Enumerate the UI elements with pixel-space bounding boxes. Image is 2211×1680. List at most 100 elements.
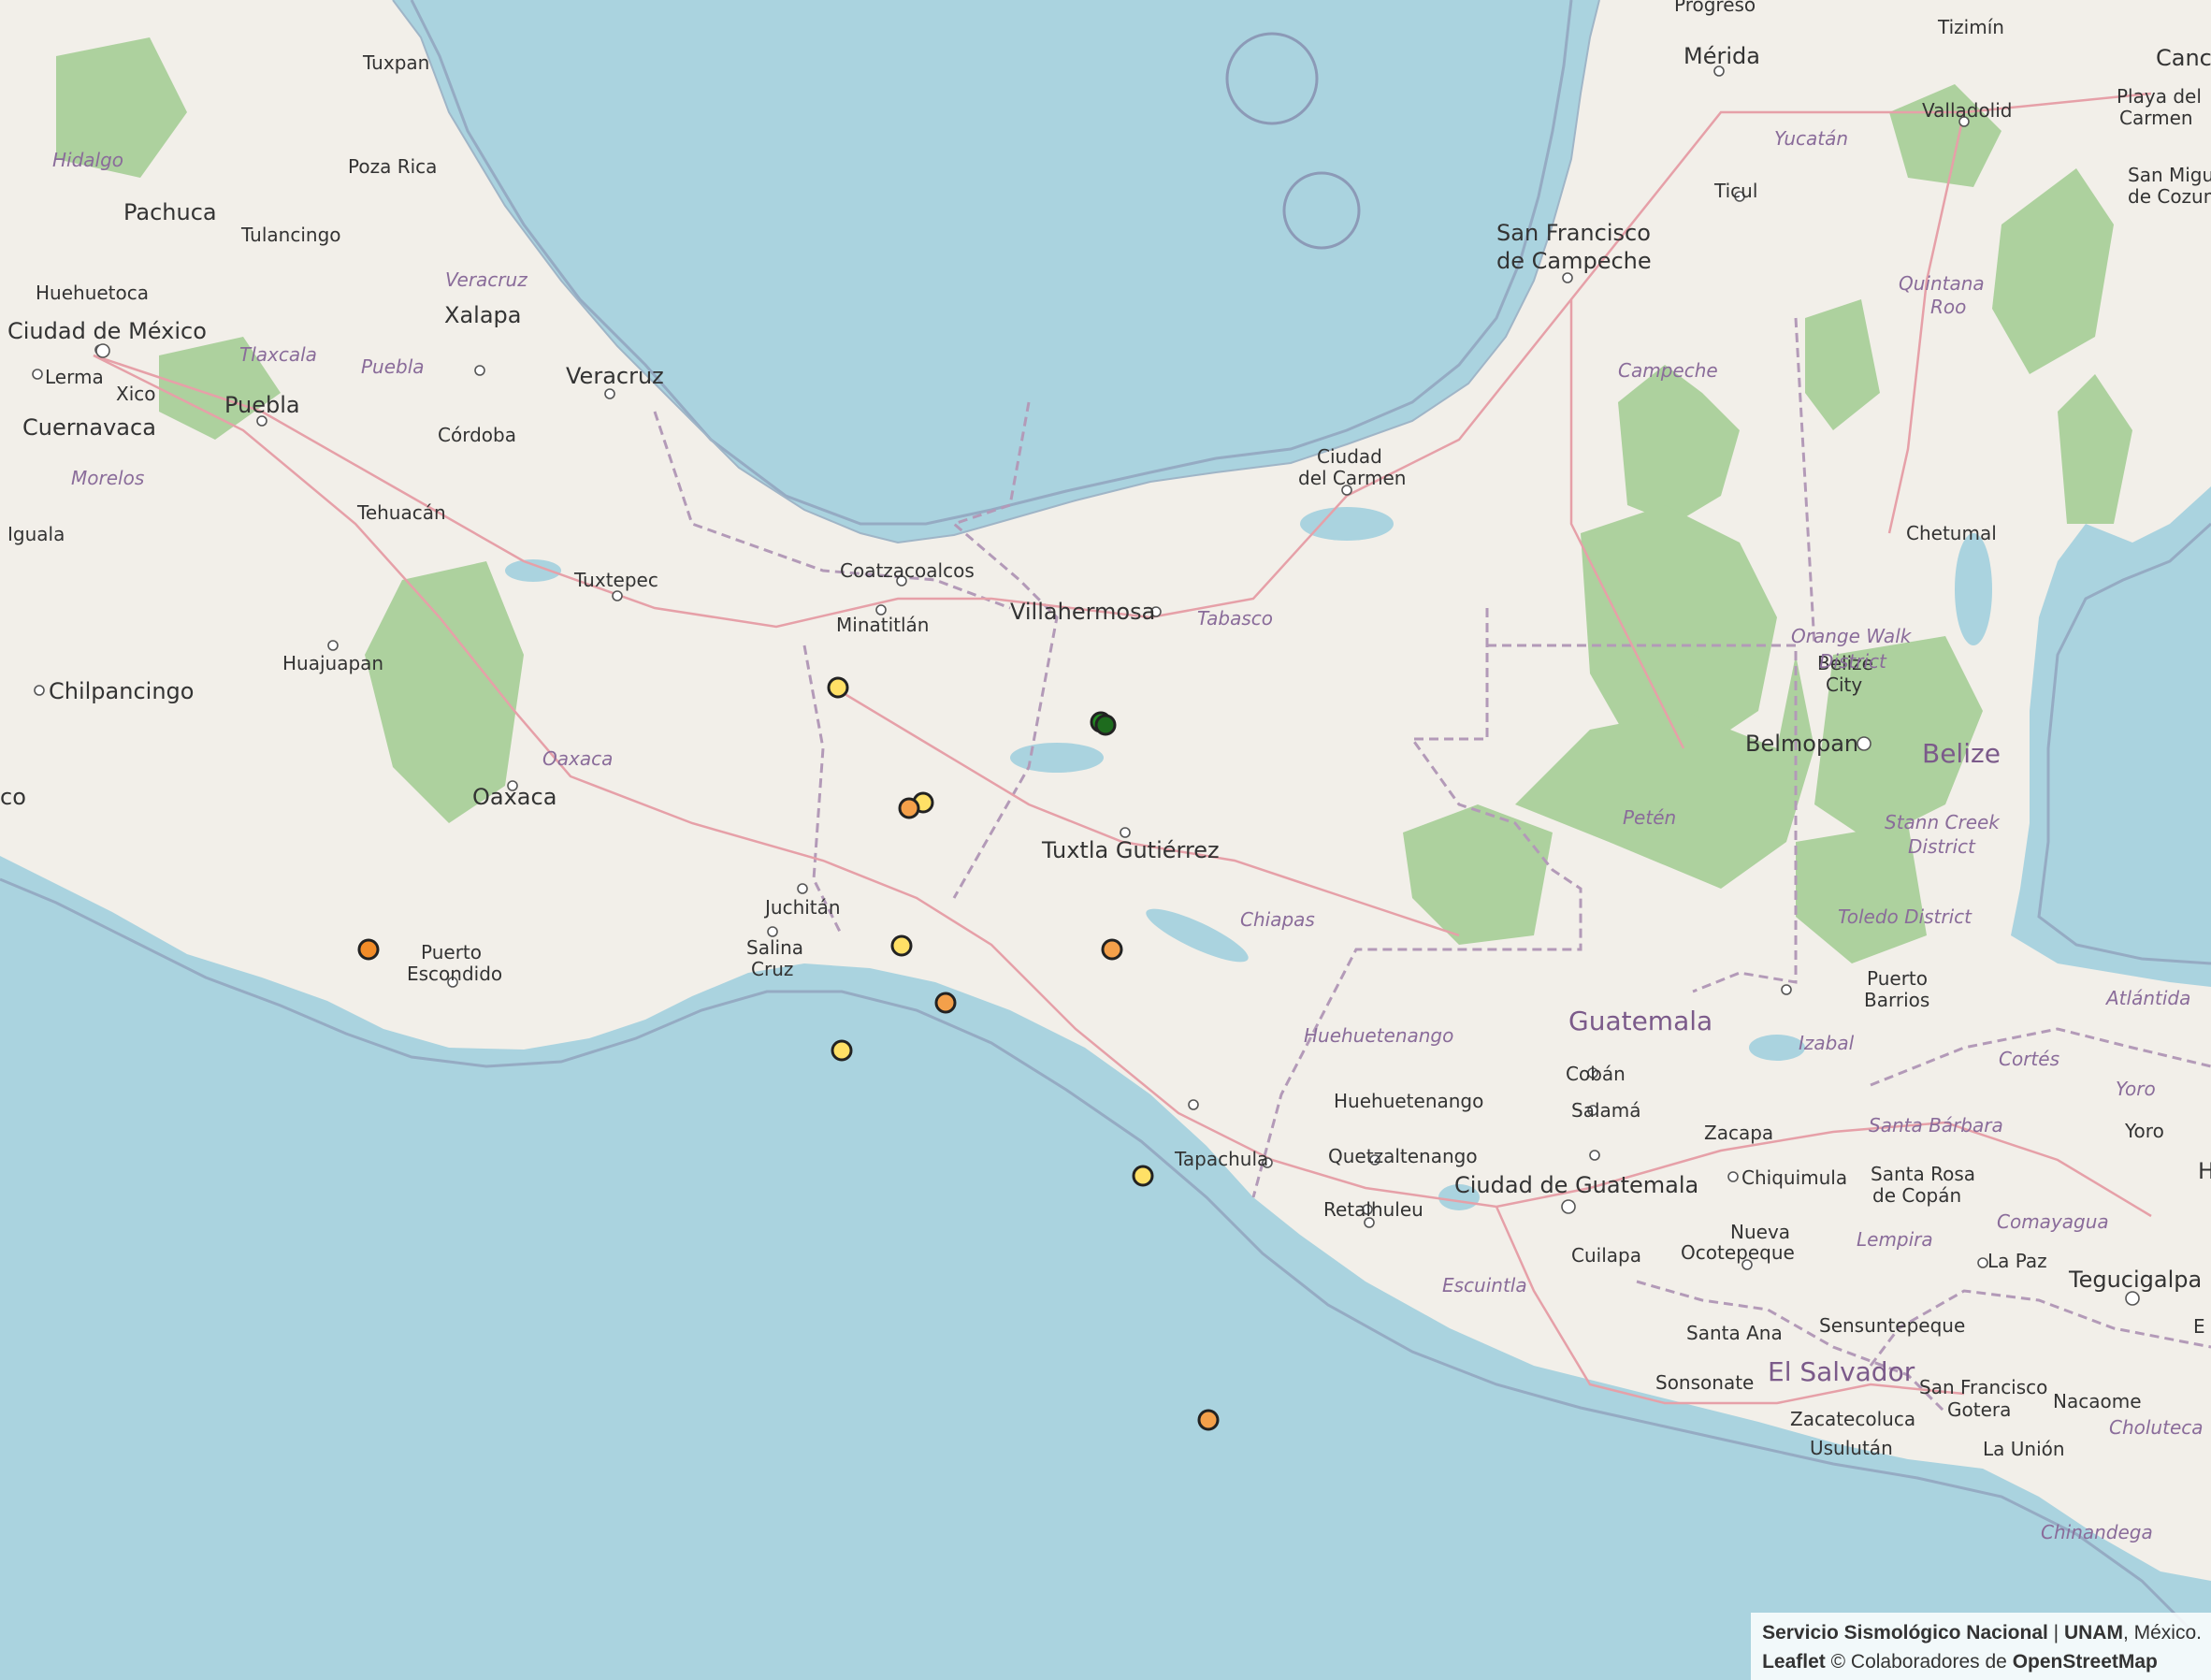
label-chilpancingo: Chilpancingo bbox=[49, 678, 194, 704]
label-puertobarrios-1: Puerto bbox=[1867, 967, 1928, 990]
label-comayagua: Comayagua bbox=[1997, 1210, 2109, 1233]
label-stanncreek-2: District bbox=[1908, 835, 1976, 858]
label-atlantida: Atlántida bbox=[2104, 987, 2190, 1009]
label-tegucigalpa: Tegucigalpa bbox=[2068, 1267, 2202, 1293]
attribution-line-2: Leaflet © Colaboradores de OpenStreetMap bbox=[1762, 1647, 2202, 1676]
ssn-link[interactable]: Servicio Sismológico Nacional bbox=[1762, 1622, 2048, 1644]
label-morelos: Morelos bbox=[71, 467, 144, 489]
label-peten: Petén bbox=[1623, 806, 1676, 829]
label-ticul: Ticul bbox=[1713, 180, 1757, 202]
map-container[interactable]: Progreso Mérida Tizimín Canc Valladolid … bbox=[0, 0, 2211, 1680]
label-belmopan: Belmopan bbox=[1745, 731, 1858, 757]
label-merida: Mérida bbox=[1684, 43, 1760, 69]
label-launion: La Unión bbox=[1983, 1438, 2065, 1460]
label-chinandega: Chinandega bbox=[2041, 1521, 2153, 1543]
label-quetzaltenango: Quetzaltenango bbox=[1328, 1145, 1478, 1167]
label-lapaz: La Paz bbox=[1987, 1250, 2047, 1272]
attribution-separator: | bbox=[2047, 1622, 2064, 1644]
label-huehue: Huehuetenango bbox=[1334, 1090, 1483, 1112]
label-cancun: Canc bbox=[2156, 45, 2211, 71]
osm-link[interactable]: OpenStreetMap bbox=[2013, 1651, 2158, 1673]
label-tizimin: Tizimín bbox=[1937, 16, 2004, 38]
label-aco: co bbox=[0, 784, 26, 810]
label-progreso: Progreso bbox=[1674, 0, 1756, 16]
label-carmen-2: del Carmen bbox=[1298, 467, 1406, 489]
label-juchitan: Juchitán bbox=[763, 896, 841, 919]
label-tuxpan: Tuxpan bbox=[362, 51, 429, 74]
quake-marker[interactable] bbox=[827, 676, 849, 699]
quake-marker[interactable] bbox=[357, 938, 380, 961]
label-e: E bbox=[2193, 1315, 2205, 1338]
label-nacaome: Nacaome bbox=[2053, 1390, 2142, 1412]
leaflet-link[interactable]: Leaflet bbox=[1762, 1651, 1826, 1673]
quake-marker[interactable] bbox=[1101, 938, 1123, 961]
label-pachuca: Pachuca bbox=[123, 199, 217, 225]
label-oaxaca-state: Oaxaca bbox=[542, 747, 613, 770]
label-tulancingo: Tulancingo bbox=[240, 224, 341, 246]
quake-marker[interactable] bbox=[1197, 1409, 1220, 1431]
label-tapachula: Tapachula bbox=[1174, 1148, 1268, 1170]
label-huehue-state: Huehuetenango bbox=[1304, 1024, 1453, 1047]
label-cortes: Cortés bbox=[1999, 1048, 2059, 1070]
attribution-country: , México. bbox=[2122, 1622, 2202, 1644]
quake-marker[interactable] bbox=[890, 934, 913, 957]
label-santarosa-2: de Copán bbox=[1872, 1184, 1961, 1207]
label-cdguatemala: Ciudad de Guatemala bbox=[1454, 1172, 1698, 1198]
label-retalhuleu: Retalhuleu bbox=[1323, 1198, 1423, 1221]
label-lempira: Lempira bbox=[1857, 1228, 1933, 1251]
quake-marker[interactable] bbox=[1094, 714, 1117, 736]
label-escuintla: Escuintla bbox=[1442, 1274, 1527, 1296]
label-campeche-2: de Campeche bbox=[1496, 248, 1652, 274]
label-salinacruz-2: Cruz bbox=[751, 958, 793, 980]
label-tuxtla: Tuxtla Gutiérrez bbox=[1041, 837, 1220, 863]
label-sanmiguel-1: San Migu bbox=[2128, 164, 2211, 186]
label-izabal: Izabal bbox=[1799, 1032, 1855, 1054]
label-belizecity-2: City bbox=[1826, 673, 1862, 696]
label-usulutan: Usulután bbox=[1810, 1437, 1893, 1459]
label-campeche-state: Campeche bbox=[1618, 359, 1718, 382]
label-lerma: Lerma bbox=[45, 366, 104, 388]
attribution-line-1: Servicio Sismológico Nacional | UNAM, Mé… bbox=[1762, 1618, 2202, 1647]
label-santabarbara: Santa Bárbara bbox=[1869, 1114, 2003, 1137]
label-choluteca: Choluteca bbox=[2109, 1416, 2204, 1439]
label-chiapas: Chiapas bbox=[1240, 908, 1315, 931]
label-sanfrancgotera-1: San Francisco bbox=[1919, 1376, 2047, 1398]
attribution-osm-prefix: © Colaboradores de bbox=[1825, 1651, 2013, 1673]
label-puebla-state: Puebla bbox=[361, 355, 425, 378]
label-salinacruz-1: Salina bbox=[746, 936, 803, 959]
label-salama: Salamá bbox=[1571, 1099, 1641, 1122]
label-puertoesc-1: Puerto bbox=[421, 941, 482, 963]
label-xalapa: Xalapa bbox=[444, 302, 521, 328]
label-h: H bbox=[2198, 1158, 2211, 1184]
label-zacatecoluca: Zacatecoluca bbox=[1790, 1408, 1915, 1430]
label-veracruz-state: Veracruz bbox=[445, 268, 527, 291]
label-tlaxcala: Tlaxcala bbox=[239, 343, 317, 366]
base-map[interactable]: Progreso Mérida Tizimín Canc Valladolid … bbox=[0, 0, 2211, 1680]
label-minatitlan: Minatitlán bbox=[836, 614, 929, 636]
quake-marker[interactable] bbox=[898, 797, 920, 819]
label-puertobarrios-2: Barrios bbox=[1864, 989, 1929, 1011]
label-veracruz: Veracruz bbox=[566, 363, 664, 389]
map-attribution: Servicio Sismológico Nacional | UNAM, Mé… bbox=[1751, 1613, 2211, 1680]
label-belize: Belize bbox=[1922, 738, 2001, 769]
unam-link[interactable]: UNAM bbox=[2064, 1622, 2123, 1644]
label-stanncreek-1: Stann Creek bbox=[1885, 811, 2001, 833]
label-qroo-2: Roo bbox=[1930, 296, 1966, 318]
label-pozarica: Poza Rica bbox=[348, 155, 437, 178]
label-yoro-state: Yoro bbox=[2116, 1078, 2156, 1100]
label-coban: Cobán bbox=[1566, 1063, 1626, 1085]
quake-marker[interactable] bbox=[1132, 1165, 1154, 1187]
label-iguala: Iguala bbox=[7, 523, 65, 545]
label-sanfrancgotera-2: Gotera bbox=[1947, 1398, 2011, 1421]
label-nuevaocot-2: Ocotepeque bbox=[1681, 1241, 1795, 1264]
label-huehuetoca: Huehuetoca bbox=[36, 282, 149, 304]
label-coatzacoalcos: Coatzacoalcos bbox=[840, 559, 975, 582]
label-yucatan: Yucatán bbox=[1774, 127, 1848, 150]
quake-marker[interactable] bbox=[831, 1039, 853, 1062]
label-sensuntepeque: Sensuntepeque bbox=[1819, 1314, 1965, 1337]
label-oaxaca: Oaxaca bbox=[472, 784, 556, 810]
quake-marker[interactable] bbox=[934, 992, 957, 1014]
label-carmen-1: Ciudad bbox=[1317, 445, 1382, 468]
label-cuernavaca: Cuernavaca bbox=[22, 414, 156, 441]
label-qroo-1: Quintana bbox=[1899, 272, 1985, 295]
